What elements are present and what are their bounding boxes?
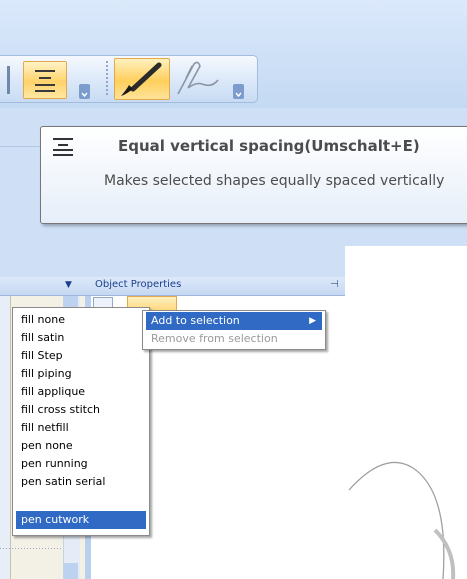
menu-item-pen-cutwork[interactable]: pen cutwork <box>16 511 146 529</box>
add-to-selection-label: Add to selection <box>151 314 240 327</box>
shape-type-menu: fill none fill satin fill Step fill pipi… <box>12 307 150 536</box>
equal-vertical-spacing-icon <box>35 70 55 92</box>
toolbar-gripper[interactable] <box>106 61 108 97</box>
pin-icon[interactable]: ⊣ <box>330 279 339 290</box>
equal-vertical-spacing-button[interactable] <box>23 61 67 99</box>
toolbar-overflow-chevron[interactable] <box>79 84 90 99</box>
scrollbar-down-button[interactable] <box>64 563 78 579</box>
submenu-arrow-icon: ▶ <box>309 316 316 326</box>
menu-item-fill-none[interactable]: fill none <box>16 311 146 329</box>
menu-item-fill-piping[interactable]: fill piping <box>16 365 146 383</box>
object-properties-title: Object Properties <box>95 279 182 290</box>
pen-tool-button[interactable] <box>172 58 222 98</box>
paintbrush-icon <box>121 62 162 96</box>
menu-item-fill-satin[interactable]: fill satin <box>16 329 146 347</box>
tooltip-title: Equal vertical spacing(Umschalt+E) <box>118 137 420 155</box>
selection-submenu: Add to selection ▶ Remove from selection <box>142 310 326 350</box>
menu-item-pen-none[interactable]: pen none <box>16 437 146 455</box>
tooltip-spacing-icon <box>52 136 74 160</box>
menu-item-pen-running[interactable]: pen running <box>16 455 146 473</box>
dotted-guide <box>0 548 62 549</box>
canvas-shape-outline[interactable] <box>345 430 467 579</box>
menu-item-add-to-selection[interactable]: Add to selection ▶ <box>146 312 322 330</box>
toolbar-overflow-chevron[interactable] <box>233 84 244 99</box>
menu-item-fill-applique[interactable]: fill applique <box>16 383 146 401</box>
menu-item-fill-step[interactable]: fill Step <box>16 347 146 365</box>
menu-item-fill-cross-stitch[interactable]: fill cross stitch <box>16 401 146 419</box>
menu-item-pen-satin-serial[interactable]: pen satin serial <box>16 473 146 491</box>
menu-item-remove-from-selection[interactable]: Remove from selection <box>146 330 322 348</box>
dropdown-arrow-icon[interactable]: ▼ <box>65 280 72 290</box>
pen-icon <box>177 61 219 95</box>
tooltip-description: Makes selected shapes equally spaced ver… <box>104 173 445 189</box>
brush-tool-button[interactable] <box>114 58 170 100</box>
toolbar-separator <box>7 66 10 94</box>
menu-item-fill-netfill[interactable]: fill netfill <box>16 419 146 437</box>
